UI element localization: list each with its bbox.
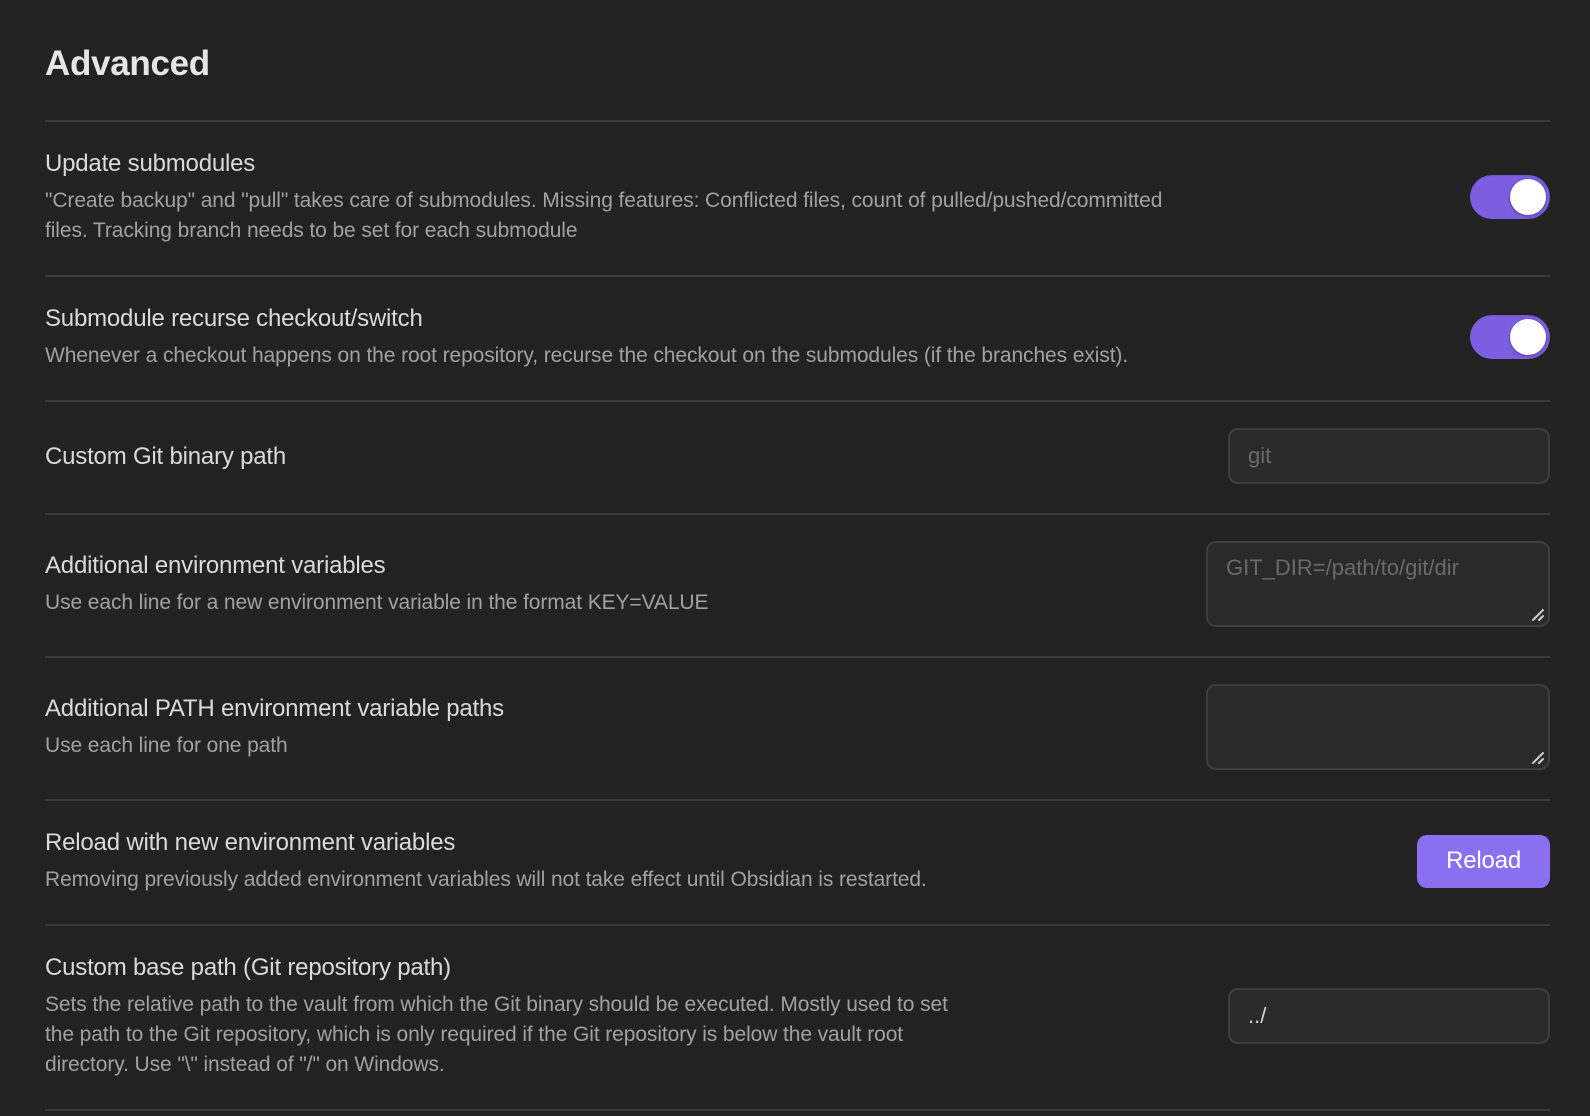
setting-control: Reload — [1417, 835, 1550, 888]
description-line: Use each line for one path — [45, 731, 1181, 761]
setting-submodule-recurse: Submodule recurse checkout/switch Whenev… — [45, 277, 1550, 402]
setting-name: Update submodules — [45, 148, 1445, 179]
setting-env-variables: Additional environment variables Use eac… — [45, 515, 1550, 658]
setting-control — [1228, 428, 1550, 484]
textarea-wrapper — [1206, 684, 1550, 770]
description-line: Whenever a checkout happens on the root … — [45, 341, 1445, 371]
setting-description: Sets the relative path to the vault from… — [45, 990, 1203, 1080]
setting-control — [1470, 175, 1550, 219]
setting-control — [1206, 684, 1550, 770]
setting-custom-base-path: Custom base path (Git repository path) S… — [45, 926, 1550, 1111]
env-variables-textarea[interactable] — [1206, 541, 1550, 627]
setting-name: Submodule recurse checkout/switch — [45, 303, 1445, 334]
custom-base-path-input[interactable] — [1228, 988, 1550, 1044]
submodule-recurse-toggle[interactable] — [1470, 315, 1550, 359]
path-variable-textarea[interactable] — [1206, 684, 1550, 770]
description-line: the path to the Git repository, which is… — [45, 1020, 1203, 1050]
setting-control — [1206, 541, 1550, 627]
resize-handle-icon[interactable] — [1529, 749, 1545, 765]
setting-git-binary-path: Custom Git binary path — [45, 402, 1550, 515]
setting-name: Custom Git binary path — [45, 441, 1203, 472]
setting-description: Removing previously added environment va… — [45, 865, 1392, 895]
description-line: directory. Use "\" instead of "/" on Win… — [45, 1050, 1203, 1080]
toggle-knob — [1510, 179, 1546, 215]
description-line: "Create backup" and "pull" takes care of… — [45, 186, 1445, 216]
setting-description: Whenever a checkout happens on the root … — [45, 341, 1445, 371]
setting-name: Additional environment variables — [45, 550, 1181, 581]
update-submodules-toggle[interactable] — [1470, 175, 1550, 219]
setting-control — [1470, 315, 1550, 359]
page-title: Advanced — [45, 44, 1550, 84]
description-line: Removing previously added environment va… — [45, 865, 1392, 895]
resize-handle-icon[interactable] — [1529, 606, 1545, 622]
setting-reload-env: Reload with new environment variables Re… — [45, 801, 1550, 926]
setting-path-variable-paths: Additional PATH environment variable pat… — [45, 658, 1550, 801]
git-binary-path-input[interactable] — [1228, 428, 1550, 484]
setting-info: Additional environment variables Use eac… — [45, 550, 1181, 618]
reload-button[interactable]: Reload — [1417, 835, 1550, 888]
description-line: Use each line for a new environment vari… — [45, 588, 1181, 618]
setting-info: Reload with new environment variables Re… — [45, 827, 1392, 895]
setting-info: Custom Git binary path — [45, 441, 1203, 472]
description-line: files. Tracking branch needs to be set f… — [45, 216, 1445, 246]
setting-description: Use each line for one path — [45, 731, 1181, 761]
settings-list: Update submodules "Create backup" and "p… — [45, 120, 1550, 1111]
description-line: Sets the relative path to the vault from… — [45, 990, 1203, 1020]
setting-name: Custom base path (Git repository path) — [45, 952, 1203, 983]
setting-name: Additional PATH environment variable pat… — [45, 693, 1181, 724]
setting-update-submodules: Update submodules "Create backup" and "p… — [45, 122, 1550, 277]
setting-name: Reload with new environment variables — [45, 827, 1392, 858]
textarea-wrapper — [1206, 541, 1550, 627]
setting-description: Use each line for a new environment vari… — [45, 588, 1181, 618]
advanced-settings-page: Advanced Update submodules "Create backu… — [0, 0, 1590, 1116]
setting-info: Submodule recurse checkout/switch Whenev… — [45, 303, 1445, 371]
setting-info: Additional PATH environment variable pat… — [45, 693, 1181, 761]
setting-info: Update submodules "Create backup" and "p… — [45, 148, 1445, 246]
setting-info: Custom base path (Git repository path) S… — [45, 952, 1203, 1080]
setting-description: "Create backup" and "pull" takes care of… — [45, 186, 1445, 246]
toggle-knob — [1510, 319, 1546, 355]
setting-control — [1228, 988, 1550, 1044]
